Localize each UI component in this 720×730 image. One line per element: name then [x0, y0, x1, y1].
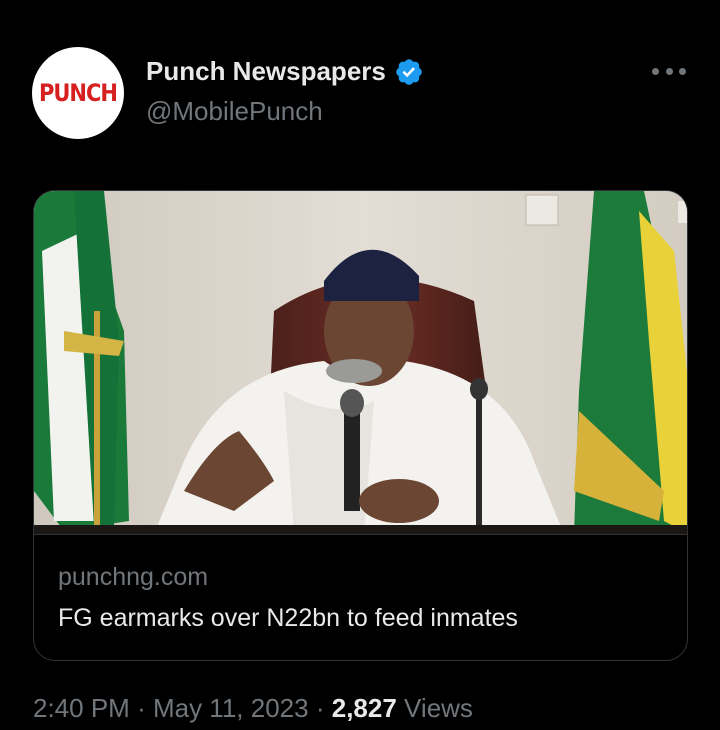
article-photo	[34, 191, 687, 534]
dot	[665, 67, 673, 75]
avatar[interactable]: PUNCH	[32, 47, 124, 139]
dot	[679, 67, 686, 75]
separator: ·	[315, 693, 325, 723]
more-options-icon[interactable]	[652, 58, 686, 84]
link-card-meta: punchng.com FG earmarks over N22bn to fe…	[34, 534, 687, 660]
display-name[interactable]: Punch Newspapers	[146, 56, 386, 87]
link-card[interactable]: punchng.com FG earmarks over N22bn to fe…	[33, 190, 688, 661]
link-domain: punchng.com	[58, 563, 209, 591]
views-label: Views	[404, 693, 473, 723]
punch-logo-text: PUNCH	[38, 79, 118, 107]
author-handle[interactable]: @MobilePunch	[146, 96, 323, 127]
views-count: 2,827	[331, 693, 397, 723]
verified-badge-icon	[396, 58, 422, 85]
tweet-date[interactable]: May 11, 2023	[153, 693, 309, 723]
separator: ·	[137, 693, 146, 723]
link-title[interactable]: FG earmarks over N22bn to feed inmates	[58, 604, 518, 633]
tweet-meta: 2:40 PM · May 11, 2023 · 2,827 Views	[33, 693, 473, 724]
author-name-row: Punch Newspapers	[146, 56, 424, 87]
dot	[652, 67, 659, 75]
tweet-time[interactable]: 2:40 PM	[33, 693, 130, 723]
